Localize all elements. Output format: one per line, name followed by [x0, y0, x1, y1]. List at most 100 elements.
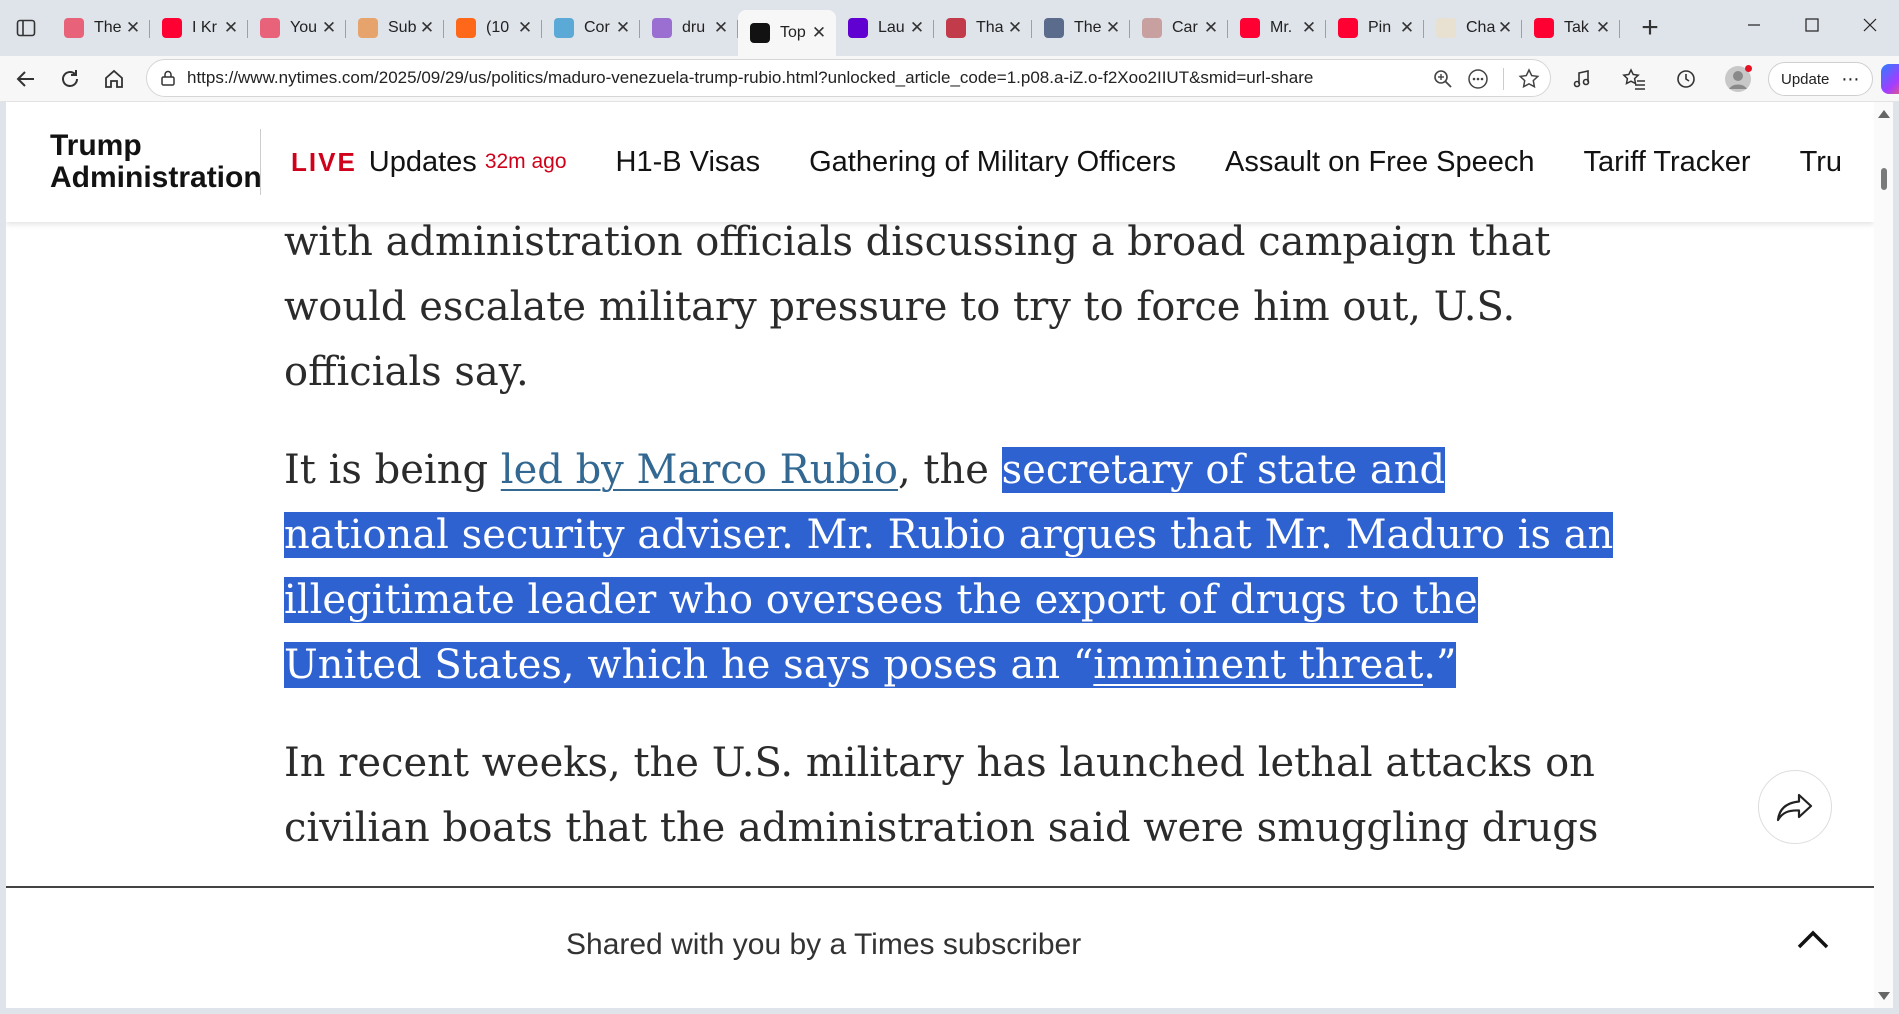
home-button[interactable]	[92, 59, 136, 99]
tab[interactable]: Top ✕	[738, 10, 836, 56]
tab-title: Car	[1172, 19, 1198, 36]
tab[interactable]: Sub ✕	[346, 8, 444, 48]
notion-icon	[1436, 18, 1456, 38]
tab-close-icon[interactable]: ✕	[320, 18, 338, 37]
tab[interactable]: I Kr ✕	[150, 8, 248, 48]
youtube-icon	[162, 18, 182, 38]
tab-close-icon[interactable]: ✕	[1202, 18, 1220, 37]
tab-close-icon[interactable]: ✕	[124, 18, 142, 37]
selected-text: .”	[1423, 642, 1457, 688]
section-nav-link[interactable]: Tru	[1800, 146, 1842, 179]
scrollbar-thumb[interactable]	[1881, 168, 1887, 190]
tab-close-icon[interactable]: ✕	[418, 18, 436, 37]
tab-close-icon[interactable]: ✕	[1398, 18, 1416, 37]
tab[interactable]: Pin ✕	[1326, 8, 1424, 48]
tab[interactable]: Lau ✕	[836, 8, 934, 48]
section-nav-link[interactable]: Tariff Tracker	[1584, 146, 1751, 179]
tab-close-icon[interactable]: ✕	[712, 18, 730, 37]
tab-close-icon[interactable]: ✕	[810, 23, 828, 42]
tab[interactable]: Tak ✕	[1522, 8, 1620, 48]
article-paragraph: In recent weeks, the U.S. military has l…	[284, 740, 1599, 851]
tab-title: Lau	[878, 19, 905, 36]
maximize-button[interactable]	[1783, 0, 1841, 50]
tab-close-icon[interactable]: ✕	[516, 18, 534, 37]
section-title[interactable]: Trump Administration	[50, 130, 262, 194]
tab-title: Cor	[584, 19, 610, 36]
tab[interactable]: Tha ✕	[934, 8, 1032, 48]
address-bar[interactable]: https://www.nytimes.com/2025/09/29/us/po…	[146, 59, 1551, 97]
favorites-button[interactable]	[1612, 59, 1656, 99]
tab-title: The	[1074, 19, 1102, 36]
tab[interactable]: The ✕	[1032, 8, 1130, 48]
tab[interactable]: You ✕	[248, 8, 346, 48]
new-tab-button[interactable]: +	[1630, 8, 1670, 48]
back-button[interactable]	[4, 59, 48, 99]
section-nav-link[interactable]: H1-B Visas	[616, 146, 761, 179]
scrollbar[interactable]	[1874, 102, 1893, 1008]
tab-title: Tak	[1564, 19, 1589, 36]
update-button[interactable]: Update ⋯	[1768, 62, 1874, 96]
tab-close-icon[interactable]: ✕	[1496, 18, 1514, 37]
tab-close-icon[interactable]: ✕	[1300, 18, 1318, 37]
chevron-up-icon[interactable]	[1796, 928, 1830, 950]
imminent-threat-link[interactable]: imminent threat	[1093, 642, 1424, 688]
tab-close-icon[interactable]: ✕	[908, 18, 926, 37]
article-body: with administration officials discussing…	[284, 210, 1614, 894]
maximize-icon	[1805, 18, 1819, 32]
tab[interactable]: dru ✕	[640, 8, 738, 48]
tab-close-icon[interactable]: ✕	[614, 18, 632, 37]
favorite-star-icon[interactable]	[1518, 68, 1540, 90]
section-nav-link[interactable]: Assault on Free Speech	[1225, 146, 1535, 179]
tab-actions-button[interactable]	[0, 0, 52, 56]
live-updates-link[interactable]: Updates	[369, 146, 477, 179]
more-page-actions-icon[interactable]	[1467, 68, 1489, 90]
media-control-button[interactable]	[1560, 59, 1604, 99]
close-window-button[interactable]	[1841, 0, 1899, 50]
nyt-icon	[750, 23, 770, 43]
tab-title: Sub	[388, 19, 417, 36]
youtube-icon	[1240, 18, 1260, 38]
history-button[interactable]	[1664, 59, 1708, 99]
tab[interactable]: The ✕	[52, 8, 150, 48]
music-note-icon	[1573, 70, 1590, 88]
copilot-icon[interactable]	[1881, 64, 1899, 94]
tab[interactable]: (10 ✕	[444, 8, 542, 48]
section-header-bar: Trump Administration LIVE Updates 32m ag…	[6, 102, 1874, 222]
header-divider	[260, 129, 261, 195]
url-text[interactable]: https://www.nytimes.com/2025/09/29/us/po…	[187, 68, 1377, 88]
zoom-icon[interactable]	[1433, 69, 1453, 89]
update-label: Update	[1781, 70, 1830, 88]
notification-dot-icon	[1745, 65, 1752, 72]
tab-list: The ✕ I Kr ✕ You ✕ Sub ✕ (10 ✕ Cor ✕ dru ✕ Top ✕ Lau ✕ Tha…	[52, 0, 1620, 56]
live-badge[interactable]: LIVE	[291, 147, 357, 178]
page-viewport: Trump Administration LIVE Updates 32m ag…	[6, 102, 1874, 1008]
substack-icon	[456, 18, 476, 38]
yahoo-icon	[848, 18, 868, 38]
tab[interactable]: Car ✕	[1130, 8, 1228, 48]
tab-close-icon[interactable]: ✕	[1594, 18, 1612, 37]
tab-strip: The ✕ I Kr ✕ You ✕ Sub ✕ (10 ✕ Cor ✕ dru ✕ Top ✕ Lau ✕ Tha…	[0, 0, 1899, 56]
section-nav-link[interactable]: Gathering of Military Officers	[809, 146, 1176, 179]
tab-close-icon[interactable]: ✕	[1104, 18, 1122, 37]
gp-icon	[1044, 18, 1064, 38]
scroll-up-arrow-icon[interactable]	[1878, 110, 1890, 118]
divider	[1503, 68, 1504, 90]
refresh-button[interactable]	[48, 59, 92, 99]
tab-title: Tha	[976, 19, 1004, 36]
tab-close-icon[interactable]: ✕	[1006, 18, 1024, 37]
tab[interactable]: Cha ✕	[1424, 8, 1522, 48]
tab-actions-icon	[16, 19, 36, 37]
tab[interactable]: Mr. ✕	[1228, 8, 1326, 48]
scroll-down-arrow-icon[interactable]	[1878, 992, 1890, 1000]
browser-right-tools: Update ⋯	[1560, 56, 1899, 102]
youtube-icon	[1534, 18, 1554, 38]
minimize-button[interactable]	[1725, 0, 1783, 50]
tab[interactable]: Cor ✕	[542, 8, 640, 48]
lock-icon[interactable]	[159, 69, 177, 87]
more-options-icon: ⋯	[1841, 68, 1861, 89]
share-button[interactable]	[1758, 770, 1832, 844]
tab-close-icon[interactable]: ✕	[222, 18, 240, 37]
share-arrow-icon	[1776, 793, 1813, 822]
profile-button[interactable]	[1716, 59, 1760, 99]
rubio-link[interactable]: led by Marco Rubio	[501, 447, 898, 493]
